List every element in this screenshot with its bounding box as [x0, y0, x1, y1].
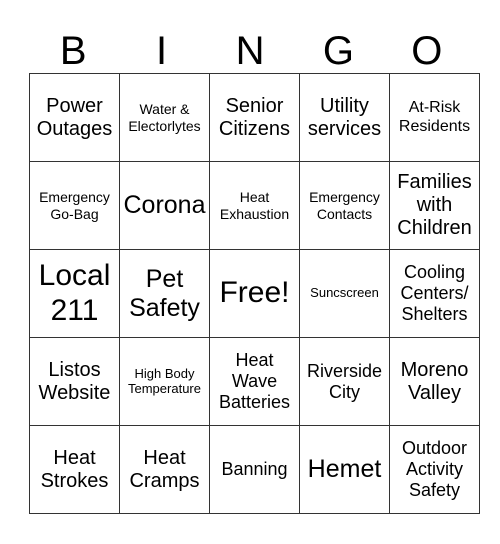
free-space-cell[interactable]: Free!	[209, 249, 300, 338]
bingo-cell[interactable]: Utility services	[299, 73, 390, 162]
header-letter-g: G	[322, 29, 354, 73]
bingo-cell[interactable]: Pet Safety	[119, 249, 210, 338]
bingo-cell[interactable]: Heat Cramps	[119, 425, 210, 514]
bingo-cell[interactable]: Emergency Contacts	[299, 161, 390, 250]
bingo-cell[interactable]: Outdoor Activity Safety	[389, 425, 480, 514]
bingo-cell[interactable]: At-Risk Residents	[389, 73, 480, 162]
bingo-row: Local 211 Pet Safety Free! Suncscreen Coolin…	[29, 249, 480, 338]
bingo-cell[interactable]: Moreno Valley	[389, 337, 480, 426]
bingo-cell[interactable]: Heat Exhaustion	[209, 161, 300, 250]
bingo-cell[interactable]: High Body Temperature	[119, 337, 210, 426]
bingo-cell[interactable]: Banning	[209, 425, 300, 514]
header-letter-b: B	[59, 29, 87, 73]
bingo-cell[interactable]: Families with Children	[389, 161, 480, 250]
bingo-cell[interactable]: Senior Citizens	[209, 73, 300, 162]
bingo-cell[interactable]: Local 211	[29, 249, 120, 338]
bingo-cell[interactable]: Power Outages	[29, 73, 120, 162]
bingo-card: Power Outages Water & Electorlytes Senior …	[29, 73, 480, 514]
bingo-cell[interactable]: Listos Website	[29, 337, 120, 426]
bingo-row: Listos Website High Body Temperature Heat …	[29, 337, 480, 426]
header-letter-n: N	[235, 29, 265, 73]
bingo-header: B I N G O	[29, 30, 471, 72]
bingo-row: Emergency Go-Bag Corona Heat Exhaustion Eme…	[29, 161, 480, 250]
bingo-cell[interactable]: Emergency Go-Bag	[29, 161, 120, 250]
bingo-cell[interactable]: Heat Wave Batteries	[209, 337, 300, 426]
bingo-cell[interactable]: Hemet	[299, 425, 390, 514]
bingo-row: Heat Strokes Heat Cramps Banning Hemet Outdo…	[29, 425, 480, 514]
bingo-cell[interactable]: Riverside City	[299, 337, 390, 426]
bingo-cell[interactable]: Corona	[119, 161, 210, 250]
bingo-cell[interactable]: Suncscreen	[299, 249, 390, 338]
bingo-row: Power Outages Water & Electorlytes Senior …	[29, 73, 480, 162]
header-letter-i: I	[156, 29, 168, 73]
header-letter-o: O	[411, 29, 443, 73]
bingo-cell[interactable]: Water & Electorlytes	[119, 73, 210, 162]
bingo-cell[interactable]: Heat Strokes	[29, 425, 120, 514]
bingo-cell[interactable]: Cooling Centers/ Shelters	[389, 249, 480, 338]
